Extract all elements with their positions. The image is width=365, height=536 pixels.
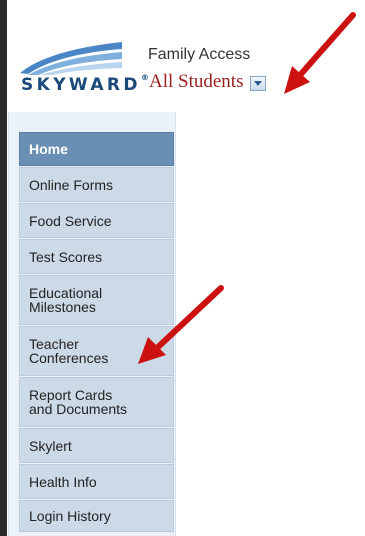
sidebar-item-label: Home bbox=[29, 141, 68, 157]
annotation-arrow-icon bbox=[284, 12, 356, 94]
student-selector-label[interactable]: All Students bbox=[149, 71, 243, 93]
sidebar-item-label: Teacher Conferences bbox=[29, 336, 109, 366]
sidebar-item-online-forms[interactable]: Online Forms bbox=[19, 167, 174, 202]
student-dropdown-button[interactable] bbox=[250, 76, 267, 91]
sidebar-item-label: Login History bbox=[29, 508, 111, 524]
annotation-arrow-icon bbox=[138, 285, 224, 364]
sidebar-item-label: Food Service bbox=[29, 212, 112, 229]
sidebar-item-label: Report Cards and Documents bbox=[29, 387, 128, 417]
logo-text: SKYWARD bbox=[21, 75, 141, 95]
sidebar-item-login-history[interactable]: Login History bbox=[19, 500, 174, 532]
sidebar-item-label: Online Forms bbox=[29, 176, 114, 193]
sidebar-item-label: Test Scores bbox=[29, 248, 103, 265]
sidebar-item-label: Educational Milestones bbox=[29, 285, 103, 315]
sidebar-item-test-scores[interactable]: Test Scores bbox=[19, 239, 174, 274]
student-selector[interactable]: All Students bbox=[149, 70, 267, 94]
sidebar-item-skylert[interactable]: Skylert bbox=[19, 428, 174, 463]
sidebar-item-label: Health Info bbox=[29, 473, 97, 490]
skyward-logo: SKYWARD® bbox=[18, 40, 149, 102]
sidebar-item-health-info[interactable]: Health Info bbox=[19, 464, 174, 499]
sidebar-item-report-cards[interactable]: Report Cards and Documents bbox=[19, 377, 174, 427]
sidebar-item-label: Skylert bbox=[29, 437, 72, 454]
chevron-down-icon bbox=[254, 81, 263, 86]
app-title: Family Access bbox=[148, 46, 251, 63]
sidebar-item-food-service[interactable]: Food Service bbox=[19, 203, 174, 238]
sidebar-item-home[interactable]: Home bbox=[19, 132, 174, 166]
logo-registered-mark: ® bbox=[140, 73, 149, 82]
logo-wordmark: SKYWARD® bbox=[21, 73, 149, 95]
logo-swoosh-icon bbox=[20, 42, 122, 75]
